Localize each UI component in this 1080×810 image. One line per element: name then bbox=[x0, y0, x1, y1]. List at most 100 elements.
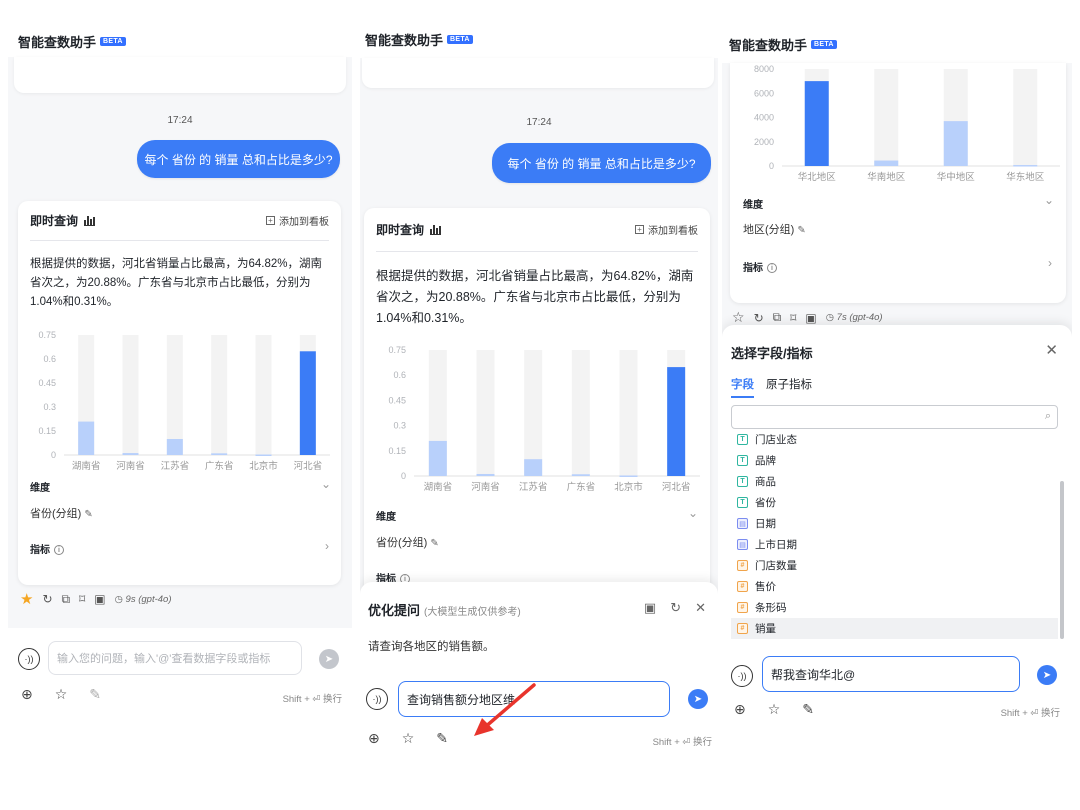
field-search-input[interactable]: ⌕ bbox=[731, 405, 1058, 429]
date-type-icon: ▤ bbox=[737, 518, 748, 529]
send-button[interactable]: ➤ bbox=[319, 649, 339, 669]
tab-atomic-metrics[interactable]: 原子指标 bbox=[766, 376, 812, 398]
number-type-icon: # bbox=[737, 560, 748, 571]
y-tick-label: 0.15 bbox=[388, 446, 406, 456]
bar-河北省[interactable] bbox=[667, 367, 686, 476]
y-tick-label: 8000 bbox=[754, 64, 774, 74]
tab-fields[interactable]: 字段 bbox=[731, 376, 754, 398]
field-item[interactable]: # 门店数量 bbox=[731, 555, 1058, 576]
bar-北京市[interactable] bbox=[619, 475, 638, 477]
feedback-icon[interactable]: ⌑ bbox=[790, 311, 796, 325]
input-toolbar: ⊕ ☆ ✎ bbox=[368, 730, 448, 747]
edit-pencil-icon[interactable]: ✎ bbox=[797, 225, 805, 236]
bar-华南地区[interactable] bbox=[874, 160, 899, 166]
user-question-bubble: 每个 省份 的 销量 总和占比是多少? bbox=[137, 140, 340, 178]
add-to-board-button[interactable]: + 添加到看板 bbox=[635, 222, 698, 237]
regenerate-icon[interactable]: ↻ bbox=[670, 600, 681, 616]
sql-icon[interactable]: ▣ bbox=[644, 600, 656, 616]
field-item[interactable]: ▤ 日期 bbox=[731, 513, 1058, 534]
field-item[interactable]: T 品牌 bbox=[731, 450, 1058, 471]
input-value: 帮我查询华北@ bbox=[771, 667, 856, 682]
dimension-value[interactable]: 省份(分组) ✎ bbox=[376, 534, 439, 550]
copy-icon[interactable]: ⧉ bbox=[773, 310, 782, 325]
bar-track bbox=[571, 350, 590, 476]
field-item[interactable]: T 门店业态 bbox=[731, 429, 1058, 450]
close-icon[interactable]: ✕ bbox=[695, 600, 706, 616]
bar-chart-icon[interactable] bbox=[84, 215, 96, 226]
bar-华北地区[interactable] bbox=[804, 81, 829, 166]
sql-icon[interactable]: ▣ bbox=[94, 592, 105, 606]
field-item[interactable]: T 商品 bbox=[731, 471, 1058, 492]
question-input[interactable]: 帮我查询华北@ bbox=[762, 656, 1020, 692]
metric-label[interactable]: 指标 i bbox=[743, 259, 777, 274]
bar-湖南省[interactable] bbox=[78, 421, 95, 455]
field-picker-title: 选择字段/指标 bbox=[731, 346, 813, 361]
star-outline-icon[interactable]: ☆ bbox=[402, 730, 415, 747]
bar-江苏省[interactable] bbox=[166, 439, 183, 455]
star-outline-icon[interactable]: ☆ bbox=[768, 701, 781, 718]
send-button[interactable]: ➤ bbox=[1037, 665, 1057, 685]
magic-wand-icon[interactable]: ✎ bbox=[436, 730, 448, 747]
field-item[interactable]: # 售价 bbox=[731, 576, 1058, 597]
bar-江苏省[interactable] bbox=[524, 459, 543, 476]
bar-华中地区[interactable] bbox=[943, 121, 968, 166]
field-item[interactable]: ▤ 上市日期 bbox=[731, 534, 1058, 555]
field-item[interactable]: # 条形码 bbox=[731, 597, 1058, 618]
bar-track bbox=[476, 350, 495, 476]
field-name: 上市日期 bbox=[755, 539, 797, 551]
chevron-right-icon[interactable]: › bbox=[325, 539, 329, 553]
bar-河北省[interactable] bbox=[299, 351, 316, 455]
bar-华东地区[interactable] bbox=[1013, 165, 1038, 167]
bar-track bbox=[122, 335, 139, 455]
dimension-value[interactable]: 省份(分组) ✎ bbox=[30, 505, 93, 521]
feedback-icon[interactable]: ⌑ bbox=[79, 592, 85, 606]
dimension-value-text: 地区(分组) bbox=[743, 224, 795, 236]
add-to-board-button[interactable]: + 添加到看板 bbox=[266, 213, 329, 228]
star-filled-icon[interactable]: ★ bbox=[20, 590, 33, 608]
text-type-icon: T bbox=[737, 455, 748, 466]
bar-湖南省[interactable] bbox=[428, 440, 447, 476]
field-item[interactable]: # 销量 bbox=[731, 618, 1058, 639]
chevron-down-icon[interactable]: ⌄ bbox=[321, 477, 331, 491]
bar-河南省[interactable] bbox=[476, 473, 495, 476]
magic-wand-icon[interactable]: ✎ bbox=[89, 686, 101, 703]
model-info: ◷ 7s (gpt-4o) bbox=[825, 312, 883, 323]
add-circle-icon[interactable]: ⊕ bbox=[368, 730, 380, 747]
edit-pencil-icon[interactable]: ✎ bbox=[84, 509, 92, 520]
y-tick-label: 0.75 bbox=[38, 330, 56, 340]
add-circle-icon[interactable]: ⊕ bbox=[734, 701, 746, 718]
refresh-icon[interactable]: ↻ bbox=[754, 311, 764, 325]
sql-icon[interactable]: ▣ bbox=[805, 311, 816, 325]
bar-chart-icon[interactable] bbox=[430, 224, 442, 235]
metric-label[interactable]: 指标 i bbox=[30, 541, 64, 556]
bar-河南省[interactable] bbox=[122, 453, 139, 455]
bar-北京市[interactable] bbox=[255, 454, 272, 457]
voice-icon[interactable]: ·)) bbox=[731, 665, 753, 687]
star-outline-icon[interactable]: ☆ bbox=[55, 686, 68, 703]
field-list-scrollbar[interactable] bbox=[1060, 481, 1064, 639]
chevron-down-icon[interactable]: ⌄ bbox=[1044, 193, 1054, 207]
bar-广东省[interactable] bbox=[571, 474, 590, 476]
edit-pencil-icon[interactable]: ✎ bbox=[430, 538, 438, 549]
star-outline-icon[interactable]: ☆ bbox=[732, 309, 745, 326]
bar-广东省[interactable] bbox=[211, 453, 228, 455]
magic-wand-icon[interactable]: ✎ bbox=[802, 701, 814, 718]
app-title: 智能查数助手 bbox=[729, 37, 808, 53]
y-tick-label: 0 bbox=[401, 471, 406, 481]
voice-icon[interactable]: ·)) bbox=[18, 648, 40, 670]
field-name: 售价 bbox=[755, 581, 776, 593]
previous-card-bottom bbox=[14, 57, 346, 93]
question-input[interactable]: 输入您的问题，输入'@'查看数据字段或指标 bbox=[48, 641, 302, 675]
field-item[interactable]: T 省份 bbox=[731, 492, 1058, 513]
dimension-value[interactable]: 地区(分组) ✎ bbox=[743, 221, 806, 237]
chevron-down-icon[interactable]: ⌄ bbox=[688, 506, 698, 520]
chevron-right-icon[interactable]: › bbox=[1048, 256, 1052, 270]
y-tick-label: 0.6 bbox=[393, 370, 406, 380]
copy-icon[interactable]: ⧉ bbox=[62, 592, 71, 607]
voice-icon[interactable]: ·)) bbox=[366, 688, 388, 710]
add-circle-icon[interactable]: ⊕ bbox=[21, 686, 33, 703]
refresh-icon[interactable]: ↻ bbox=[42, 592, 52, 606]
close-icon[interactable]: ✕ bbox=[1045, 341, 1058, 359]
send-button[interactable]: ➤ bbox=[688, 689, 708, 709]
optimized-suggestion[interactable]: 请查询各地区的销售额。 bbox=[368, 638, 495, 654]
